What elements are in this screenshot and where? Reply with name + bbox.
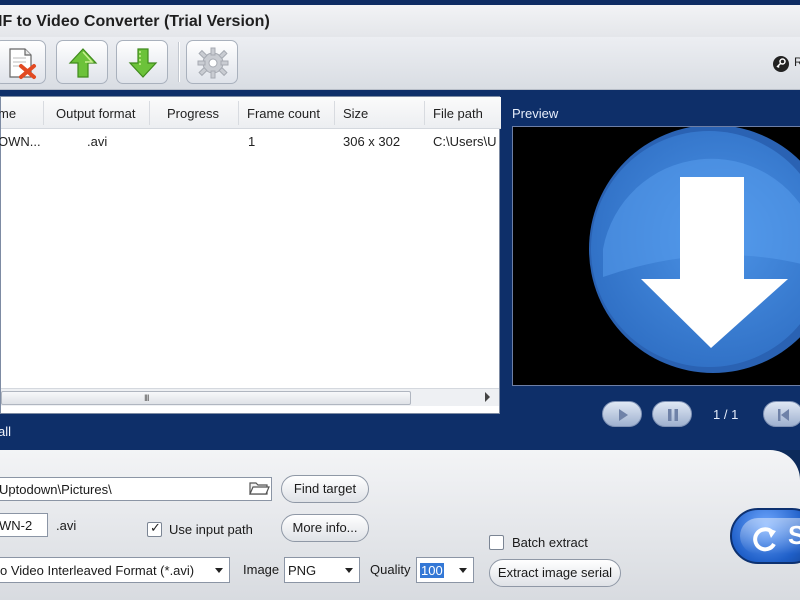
quality-label: Quality <box>370 562 411 577</box>
select-all-label[interactable]: all <box>0 424 11 439</box>
settings-button[interactable] <box>186 40 238 84</box>
folder-icon <box>249 482 270 495</box>
preview-window <box>512 126 800 386</box>
output-format-select[interactable]: o Video Interleaved Format (*.avi) <box>0 557 230 583</box>
find-target-button[interactable]: Find target <box>281 475 369 503</box>
window-title: IF to Video Converter (Trial Version) <box>0 13 270 30</box>
title-bar: IF to Video Converter (Trial Version) <box>0 5 800 37</box>
batch-extract-checkbox[interactable] <box>489 535 504 550</box>
use-input-path-label[interactable]: Use input path <box>169 522 253 537</box>
cell-file-path: C:\Users\U <box>433 134 497 149</box>
checkmark-icon: ✓ <box>150 520 161 535</box>
move-up-button[interactable] <box>56 40 108 84</box>
column-divider <box>238 101 239 125</box>
help-menu-partial[interactable]: R <box>794 55 800 69</box>
scroll-right-arrow-icon[interactable] <box>485 392 490 402</box>
column-divider <box>149 101 150 125</box>
scrollbar-grip: III <box>144 393 149 403</box>
move-up-icon <box>68 48 98 78</box>
column-header-progress[interactable]: Progress <box>167 106 219 121</box>
output-filename-field[interactable]: WN-2 <box>0 513 48 537</box>
batch-extract-label[interactable]: Batch extract <box>512 535 588 550</box>
quality-value: 100 <box>420 563 444 578</box>
column-header-size[interactable]: Size <box>343 106 368 121</box>
pause-button[interactable] <box>652 401 692 427</box>
file-list[interactable]: me Output format Progress Frame count Si… <box>0 96 501 414</box>
image-format-label: Image <box>243 562 280 577</box>
first-frame-button[interactable] <box>763 401 800 427</box>
column-divider <box>334 101 335 125</box>
skip-back-icon <box>778 409 789 421</box>
more-info-button[interactable]: More info... <box>281 514 369 542</box>
column-header-file-path[interactable]: File path <box>433 106 483 121</box>
start-button-label: S <box>788 520 800 550</box>
output-format-value: o Video Interleaved Format (*.avi) <box>0 563 195 578</box>
toolbar-separator <box>178 42 180 82</box>
play-icon <box>619 409 628 421</box>
column-divider <box>43 101 44 125</box>
cell-frame-count: 1 <box>248 134 256 149</box>
extract-image-serial-button[interactable]: Extract image serial <box>489 559 621 587</box>
image-format-value: PNG <box>288 563 317 578</box>
toolbar <box>0 37 800 90</box>
chevron-down-icon <box>345 568 353 573</box>
remove-file-icon <box>9 48 36 79</box>
column-header-output-format[interactable]: Output format <box>56 106 135 121</box>
table-row[interactable]: OWN... .avi 1 306 x 302 C:\Users\U <box>0 130 501 152</box>
chevron-down-icon <box>459 568 467 573</box>
play-button[interactable] <box>602 401 642 427</box>
column-header-name[interactable]: me <box>0 106 16 121</box>
use-input-path-checkbox[interactable]: ✓ <box>147 520 162 537</box>
quality-select[interactable]: 100 <box>416 557 474 583</box>
start-convert-button[interactable]: S <box>730 508 800 564</box>
settings-gear-icon <box>197 47 229 79</box>
column-header-frame-count[interactable]: Frame count <box>247 106 320 121</box>
column-divider <box>424 101 425 125</box>
chevron-down-icon <box>215 568 223 573</box>
cell-output-format: .avi <box>87 134 108 149</box>
cell-size: 306 x 302 <box>343 134 401 149</box>
register-key-icon[interactable] <box>772 55 790 73</box>
scrollbar-thumb[interactable]: III <box>1 391 411 405</box>
output-path-field[interactable]: Uptodown\Pictures\ <box>0 477 272 501</box>
file-extension-label: .avi <box>56 518 77 533</box>
move-down-icon <box>128 48 158 78</box>
browse-folder-button[interactable] <box>248 479 272 499</box>
preview-label: Preview <box>512 106 559 121</box>
pause-icon <box>668 409 678 421</box>
move-down-button[interactable] <box>116 40 168 84</box>
file-list-header: me Output format Progress Frame count Si… <box>0 97 501 129</box>
remove-file-button[interactable] <box>0 40 46 84</box>
frame-counter: 1 / 1 <box>713 407 739 422</box>
cell-name: OWN... <box>0 134 41 149</box>
download-arrow-image <box>589 127 800 373</box>
horizontal-scrollbar[interactable]: III <box>1 388 499 406</box>
refresh-icon <box>753 527 776 552</box>
image-format-select[interactable]: PNG <box>284 557 360 583</box>
